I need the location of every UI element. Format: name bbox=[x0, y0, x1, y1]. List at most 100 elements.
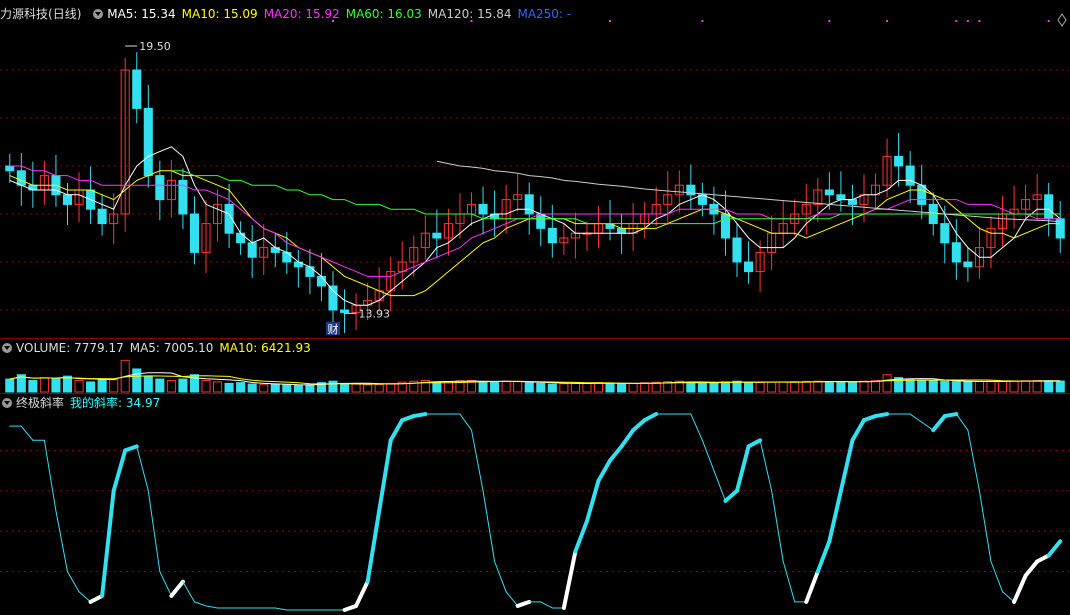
volume-bar-up bbox=[501, 380, 511, 393]
volume-bar-down bbox=[490, 381, 500, 393]
slope-segment bbox=[505, 591, 519, 607]
volume-bar-down bbox=[247, 383, 257, 393]
candle-down bbox=[836, 194, 846, 201]
volume-bar-up bbox=[813, 380, 823, 393]
slope-segment bbox=[1046, 539, 1063, 558]
volume-bar-up bbox=[363, 384, 373, 393]
slope-segment bbox=[205, 605, 219, 609]
candle-down bbox=[432, 232, 442, 239]
signal-dot bbox=[886, 20, 889, 22]
signal-dot bbox=[470, 20, 473, 22]
candle-down bbox=[744, 261, 754, 273]
signal-dot bbox=[966, 20, 969, 22]
signal-dot bbox=[331, 20, 334, 22]
volume-bar-down bbox=[178, 378, 188, 393]
slope-segment bbox=[584, 478, 601, 524]
volume-bar-down bbox=[605, 383, 615, 393]
slope-segment bbox=[850, 418, 866, 443]
volume-bar-up bbox=[259, 384, 269, 393]
volume-bar-down bbox=[836, 381, 846, 393]
candle-down bbox=[247, 242, 257, 258]
slope-segment bbox=[815, 539, 832, 574]
candle-down bbox=[951, 242, 961, 263]
volume-bar-down bbox=[686, 381, 696, 393]
slope-segment bbox=[804, 569, 820, 604]
volume-bar-up bbox=[767, 381, 777, 393]
slope-segment bbox=[701, 439, 715, 472]
high-price-label: 19.50 bbox=[139, 40, 171, 53]
slope-segment bbox=[723, 488, 740, 503]
slope-segment bbox=[990, 561, 1004, 593]
volume-bar-up bbox=[870, 379, 881, 393]
volume-bar-up bbox=[1009, 380, 1019, 393]
slope-segment bbox=[1023, 559, 1040, 578]
stock-chart-canvas[interactable]: 19.50 13.93 财 bbox=[0, 0, 1070, 615]
slope-segment bbox=[274, 607, 288, 611]
slope-segment bbox=[909, 413, 923, 423]
candle-down bbox=[617, 227, 627, 234]
volume-bar-down bbox=[732, 380, 742, 393]
volume-bar-up bbox=[628, 382, 638, 393]
volume-bar-down bbox=[617, 383, 627, 393]
candle-down bbox=[305, 266, 315, 277]
slope-segment bbox=[838, 438, 855, 493]
candle-down bbox=[547, 227, 557, 244]
slope-segment bbox=[66, 571, 80, 593]
volume-bar-up bbox=[859, 380, 869, 393]
slope-segment bbox=[411, 412, 428, 419]
volume-bar-up bbox=[39, 377, 49, 393]
slope-segment bbox=[471, 429, 484, 492]
slope-segment bbox=[193, 601, 207, 607]
volume-bar-down bbox=[951, 381, 961, 393]
slope-segment bbox=[735, 444, 751, 493]
candle-down bbox=[97, 208, 107, 225]
volume-bar-down bbox=[132, 368, 142, 393]
slope-segment bbox=[55, 510, 68, 573]
volume-bar-down bbox=[1055, 380, 1065, 393]
volume-bar-down bbox=[697, 382, 707, 393]
volume-bar-down bbox=[282, 384, 292, 393]
slope-segment bbox=[782, 561, 796, 603]
signal-dot bbox=[1047, 20, 1050, 22]
slope-segment bbox=[713, 470, 726, 502]
volume-bar-down bbox=[940, 380, 950, 393]
slope-segment bbox=[1002, 591, 1015, 603]
candle-down bbox=[940, 223, 950, 244]
volume-bar-up bbox=[74, 379, 84, 393]
signal-dot bbox=[609, 20, 612, 22]
slope-segment bbox=[967, 429, 980, 492]
volume-bar-down bbox=[5, 378, 15, 393]
volume-bar-up bbox=[201, 379, 211, 393]
volume-bar-down bbox=[293, 384, 303, 393]
slope-segment bbox=[573, 519, 589, 554]
volume-bar-down bbox=[847, 381, 857, 393]
volume-bar-down bbox=[1044, 380, 1054, 393]
candle-down bbox=[339, 309, 350, 313]
volume-bar-up bbox=[801, 380, 811, 393]
low-price-label: 13.93 bbox=[359, 307, 391, 320]
candle-down bbox=[155, 175, 165, 201]
volume-bar-up bbox=[1021, 380, 1031, 393]
candle-down bbox=[847, 199, 857, 205]
slope-segment bbox=[561, 549, 578, 610]
candle-down bbox=[143, 107, 153, 177]
volume-bar-down bbox=[305, 384, 315, 393]
slope-segment bbox=[377, 438, 393, 513]
volume-bar-up bbox=[213, 381, 223, 393]
signal-dot bbox=[701, 20, 704, 22]
volume-bar-down bbox=[824, 380, 834, 393]
volume-bar-up bbox=[640, 382, 650, 393]
slope-segment bbox=[955, 413, 969, 431]
slope-segment bbox=[1012, 573, 1028, 604]
slope-segment bbox=[169, 579, 185, 598]
volume-bar-down bbox=[328, 380, 338, 393]
slope-segment bbox=[123, 444, 139, 453]
candle-down bbox=[16, 170, 26, 186]
slope-segment bbox=[388, 418, 405, 443]
slope-segment bbox=[619, 428, 636, 449]
volume-bar-down bbox=[478, 381, 488, 393]
diamond-marker-icon bbox=[1057, 13, 1067, 27]
volume-bar-up bbox=[882, 374, 892, 393]
slope-segment bbox=[690, 413, 703, 441]
volume-bar-up bbox=[582, 382, 592, 393]
